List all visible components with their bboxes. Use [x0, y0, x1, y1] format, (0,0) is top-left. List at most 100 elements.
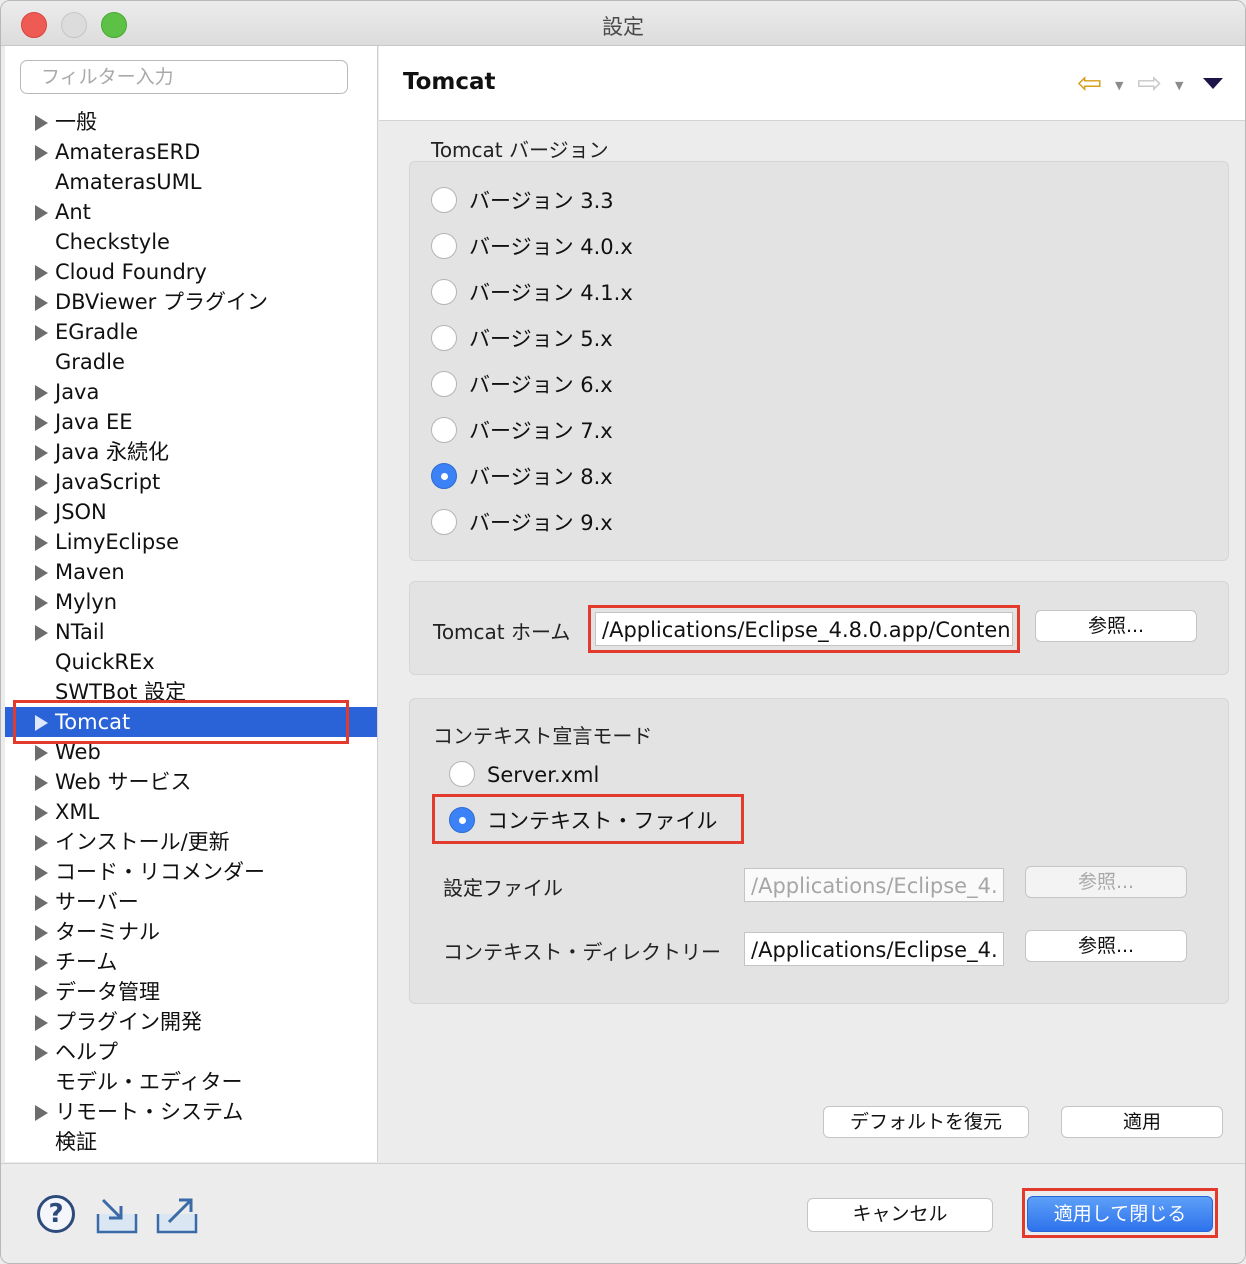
expand-arrow-icon[interactable]	[35, 595, 48, 611]
expand-arrow-icon[interactable]	[35, 625, 48, 641]
tree-item[interactable]: JavaScript	[5, 467, 377, 497]
tree-item[interactable]: リモート・システム	[5, 1097, 377, 1127]
tree-item[interactable]: QuickREx	[5, 647, 377, 677]
tree-item[interactable]: チーム	[5, 947, 377, 977]
expand-arrow-icon[interactable]	[35, 865, 48, 881]
expand-arrow-icon[interactable]	[35, 745, 48, 761]
expand-arrow-icon[interactable]	[35, 565, 48, 581]
tree-item[interactable]: Gradle	[5, 347, 377, 377]
tree-item[interactable]: Java 永続化	[5, 437, 377, 467]
tree-item[interactable]: JSON	[5, 497, 377, 527]
tree-item[interactable]: Checkstyle	[5, 227, 377, 257]
tree-item[interactable]: サーバー	[5, 887, 377, 917]
tree-item-label: JavaScript	[55, 470, 161, 494]
radio-button[interactable]	[449, 761, 475, 787]
tree-item-label: NTail	[55, 620, 105, 644]
expand-arrow-icon[interactable]	[35, 985, 48, 1001]
tree-item[interactable]: Java	[5, 377, 377, 407]
radio-button[interactable]	[431, 279, 457, 305]
radio-button[interactable]	[431, 463, 457, 489]
radio-label: バージョン 5.x	[469, 327, 613, 351]
context-dir-field[interactable]: /Applications/Eclipse_4.	[744, 932, 1004, 966]
tree-item[interactable]: XML	[5, 797, 377, 827]
radio-button[interactable]	[449, 807, 475, 833]
expand-arrow-icon[interactable]	[35, 775, 48, 791]
tree-item[interactable]: Ant	[5, 197, 377, 227]
tree-item[interactable]: AmaterasERD	[5, 137, 377, 167]
expand-arrow-icon[interactable]	[35, 295, 48, 311]
tree-item[interactable]: Mylyn	[5, 587, 377, 617]
title-bar: 設定	[1, 1, 1245, 46]
tree-item-label: QuickREx	[55, 650, 155, 674]
tree-item[interactable]: Tomcat	[5, 707, 377, 737]
tree-item[interactable]: Web サービス	[5, 767, 377, 797]
tree-item-label: Java	[55, 380, 100, 404]
tree-item[interactable]: 検証	[5, 1127, 377, 1157]
expand-arrow-icon[interactable]	[35, 1045, 48, 1061]
view-menu-icon[interactable]	[1203, 78, 1223, 89]
forward-history-caret-icon[interactable]: ▼	[1175, 79, 1183, 92]
tree-item[interactable]: ターミナル	[5, 917, 377, 947]
apply-button[interactable]: 適用	[1061, 1106, 1223, 1138]
help-icon[interactable]: ?	[37, 1195, 75, 1233]
expand-arrow-icon[interactable]	[35, 385, 48, 401]
expand-arrow-icon[interactable]	[35, 535, 48, 551]
version-group-title: Tomcat バージョン	[431, 138, 609, 162]
export-icon[interactable]	[155, 1196, 199, 1236]
tree-item[interactable]: コード・リコメンダー	[5, 857, 377, 887]
forward-arrow-icon[interactable]: ⇨	[1137, 66, 1162, 101]
radio-button[interactable]	[431, 233, 457, 259]
filter-input[interactable]	[20, 60, 348, 94]
tree-item[interactable]: NTail	[5, 617, 377, 647]
tree-item[interactable]: モデル・エディター	[5, 1067, 377, 1097]
expand-arrow-icon[interactable]	[35, 475, 48, 491]
tree-item[interactable]: プラグイン開発	[5, 1007, 377, 1037]
tree-item[interactable]: Web	[5, 737, 377, 767]
preference-tree-pane: 一般 AmaterasERD AmaterasUML Ant Checkstyle Clo…	[5, 46, 378, 1162]
expand-arrow-icon[interactable]	[35, 265, 48, 281]
tree-item[interactable]: EGradle	[5, 317, 377, 347]
expand-arrow-icon[interactable]	[35, 325, 48, 341]
tree-item[interactable]: AmaterasUML	[5, 167, 377, 197]
tree-item[interactable]: DBViewer プラグイン	[5, 287, 377, 317]
radio-button[interactable]	[431, 417, 457, 443]
back-arrow-icon[interactable]: ⇦	[1077, 66, 1102, 101]
tree-item[interactable]: Java EE	[5, 407, 377, 437]
expand-arrow-icon[interactable]	[35, 715, 48, 731]
import-icon[interactable]	[95, 1196, 139, 1236]
expand-arrow-icon[interactable]	[35, 1015, 48, 1031]
apply-and-close-button[interactable]: 適用して閉じる	[1027, 1196, 1213, 1232]
expand-arrow-icon[interactable]	[35, 415, 48, 431]
back-history-caret-icon[interactable]: ▼	[1115, 79, 1123, 92]
radio-button[interactable]	[431, 509, 457, 535]
restore-defaults-button[interactable]: デフォルトを復元	[823, 1106, 1029, 1138]
expand-arrow-icon[interactable]	[35, 805, 48, 821]
expand-arrow-icon[interactable]	[35, 115, 48, 131]
tree-item[interactable]: インストール/更新	[5, 827, 377, 857]
expand-arrow-icon[interactable]	[35, 445, 48, 461]
tree-item[interactable]: LimyEclipse	[5, 527, 377, 557]
tomcat-home-field[interactable]: /Applications/Eclipse_4.8.0.app/Conten	[595, 612, 1013, 646]
tree-item[interactable]: SWTBot 設定	[5, 677, 377, 707]
tree-item[interactable]: ヘルプ	[5, 1037, 377, 1067]
expand-arrow-icon[interactable]	[35, 925, 48, 941]
context-dir-browse-button[interactable]: 参照...	[1025, 930, 1187, 962]
tomcat-home-browse-button[interactable]: 参照...	[1035, 610, 1197, 642]
radio-button[interactable]	[431, 371, 457, 397]
tree-item[interactable]: 一般	[5, 107, 377, 137]
radio-button[interactable]	[431, 187, 457, 213]
tree-item[interactable]: データ管理	[5, 977, 377, 1007]
radio-label: バージョン 4.0.x	[469, 235, 633, 259]
expand-arrow-icon[interactable]	[35, 1105, 48, 1121]
expand-arrow-icon[interactable]	[35, 145, 48, 161]
radio-button[interactable]	[431, 325, 457, 351]
expand-arrow-icon[interactable]	[35, 895, 48, 911]
expand-arrow-icon[interactable]	[35, 955, 48, 971]
expand-arrow-icon[interactable]	[35, 835, 48, 851]
expand-arrow-icon[interactable]	[35, 205, 48, 221]
cancel-button[interactable]: キャンセル	[807, 1198, 993, 1232]
expand-arrow-icon[interactable]	[35, 505, 48, 521]
tree-item-label: Web	[55, 740, 101, 764]
tree-item[interactable]: Cloud Foundry	[5, 257, 377, 287]
tree-item[interactable]: Maven	[5, 557, 377, 587]
